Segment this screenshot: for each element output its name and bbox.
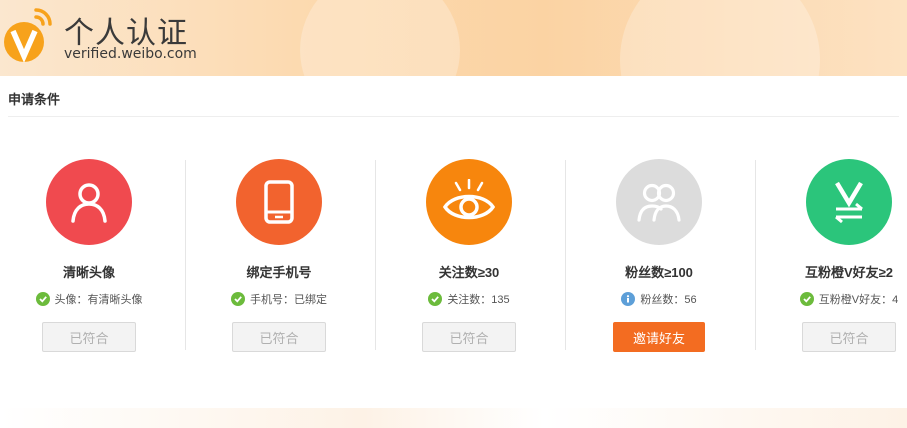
header-banner: 个人认证 verified.weibo.com [0,0,907,76]
qualified-button[interactable]: 已符合 [232,322,326,352]
requirement-card-avatar: 清晰头像 头像：有清晰头像 已符合 [0,150,184,370]
qualified-button[interactable]: 已符合 [422,322,516,352]
banner-decoration [620,0,820,76]
eye-icon [426,159,512,245]
mutual-v-icon [806,159,892,245]
status-text: 头像：有清晰头像 [54,294,143,306]
check-icon [231,292,245,306]
status-text: 关注数：135 [447,294,510,306]
requirement-card-phone: 绑定手机号 手机号：已绑定 已符合 [184,150,374,370]
banner-decoration [300,0,460,76]
check-icon [799,292,814,306]
info-icon [621,292,636,306]
status-line: 手机号：已绑定 [184,291,374,307]
requirement-cards: 清晰头像 头像：有清晰头像 已符合 绑定手机号 手机号：已绑定 已符合 关注数≥… [0,150,907,370]
section-title: 申请条件 [8,92,61,107]
status-line: 头像：有清晰头像 [0,291,184,307]
status-line: 互粉橙V好友：4 [754,291,907,307]
v-badge-icon [4,8,52,63]
phone-icon [236,159,322,245]
status-text: 手机号：已绑定 [250,294,327,306]
page-subtitle: verified.weibo.com [64,46,197,62]
section-divider [8,116,899,117]
requirement-card-fans: 粉丝数≥100 粉丝数：56 邀请好友 [564,150,754,370]
status-line: 粉丝数：56 [564,291,754,307]
requirement-card-following: 关注数≥30 关注数：135 已符合 [374,150,564,370]
card-title: 关注数≥30 [438,265,500,280]
card-title: 清晰头像 [62,265,115,280]
card-title: 互粉橙V好友≥2 [804,265,894,280]
footer-decoration [0,408,907,428]
status-text: 粉丝数：56 [640,294,697,306]
requirement-card-mutual-v: 互粉橙V好友≥2 互粉橙V好友：4 已符合 [754,150,907,370]
invite-friends-button[interactable]: 邀请好友 [613,322,705,352]
qualified-button[interactable]: 已符合 [802,322,896,352]
card-title: 绑定手机号 [246,265,312,280]
check-icon [428,292,443,306]
status-line: 关注数：135 [374,291,564,307]
check-icon [35,292,50,306]
card-title: 粉丝数≥100 [625,265,693,280]
fans-icon [616,159,702,245]
person-icon [46,159,132,245]
qualified-button[interactable]: 已符合 [42,322,136,352]
status-text: 互粉橙V好友：4 [818,294,899,306]
